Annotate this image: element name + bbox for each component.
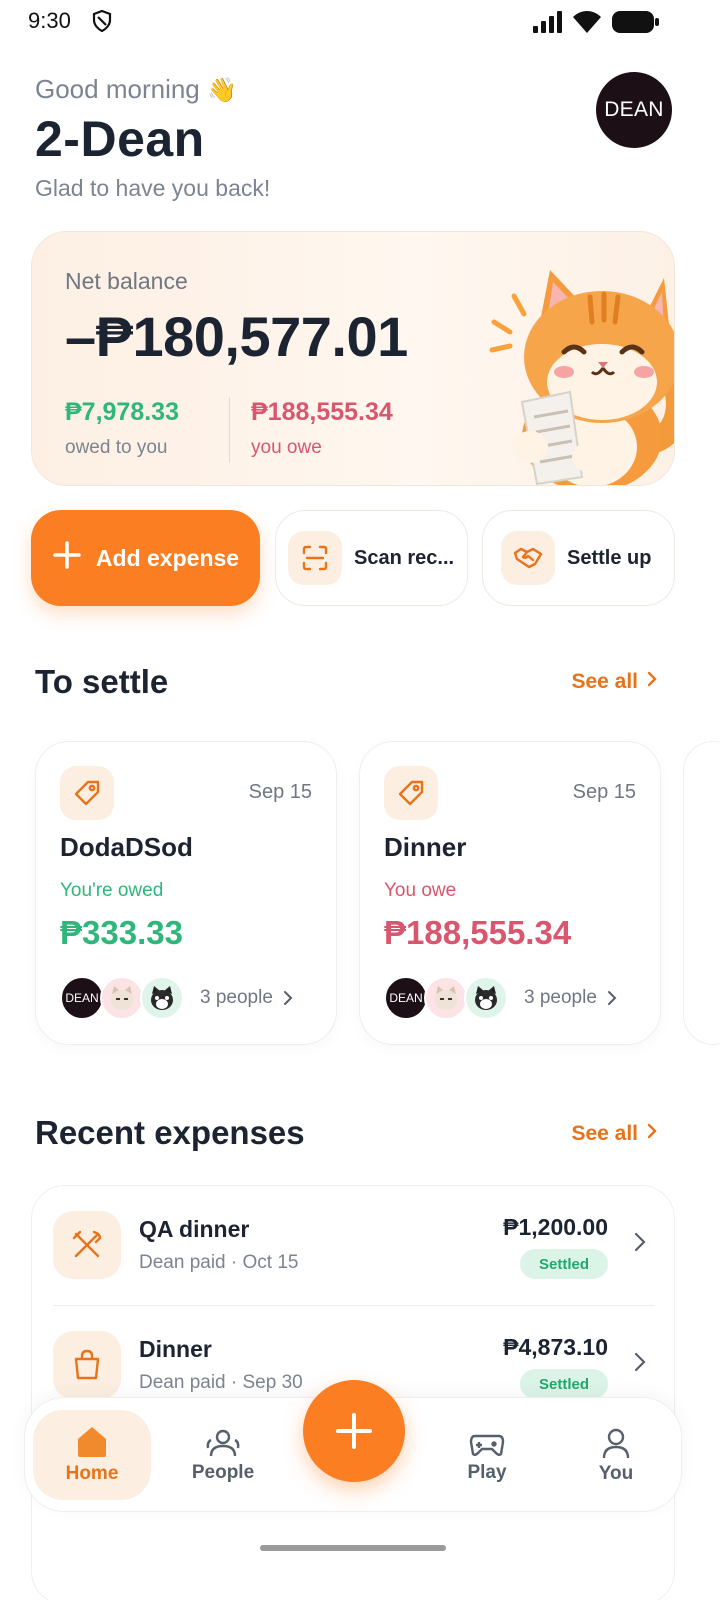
wave-icon: 👋 — [207, 77, 237, 104]
owed-to-you-value: ₱7,978.33 — [65, 398, 179, 426]
people-count-label: 3 people — [524, 987, 597, 1008]
nav-play-label: Play — [467, 1461, 507, 1483]
people-count: 3 people — [524, 987, 617, 1009]
net-balance-label: Net balance — [65, 268, 188, 294]
to-settle-see-all[interactable]: See all — [571, 670, 658, 694]
avatar: DEAN — [384, 976, 428, 1020]
tag-icon — [384, 766, 438, 820]
expense-meta: Dean paid · Sep 30 — [139, 1372, 303, 1393]
chevron-right-icon — [634, 1232, 646, 1257]
add-expense-button[interactable]: Add expense — [31, 510, 260, 606]
divider — [229, 397, 230, 463]
expense-amount: ₱1,200.00 — [503, 1214, 608, 1240]
plus-icon — [52, 540, 82, 576]
settle-title: DodaDSod — [60, 832, 193, 862]
greeting-text: Good morning — [35, 74, 200, 104]
people-count: 3 people — [200, 987, 293, 1009]
signal-icon — [532, 11, 562, 38]
tag-icon — [60, 766, 114, 820]
chevron-right-icon — [607, 991, 617, 1005]
scan-icon — [288, 531, 342, 585]
expense-name: QA dinner — [139, 1216, 250, 1242]
fork-knife-icon — [53, 1211, 121, 1279]
expense-name: Dinner — [139, 1336, 212, 1362]
see-all-label: See all — [571, 670, 638, 693]
settle-status: You're owed — [60, 880, 164, 901]
recent-expenses-heading: Recent expenses — [35, 1114, 305, 1151]
status-time: 9:30 — [28, 8, 71, 33]
cat-avatar-icon — [424, 976, 468, 1020]
status-badge: Settled — [520, 1249, 608, 1279]
nav-people-label: People — [191, 1461, 255, 1483]
settle-date: Sep 15 — [248, 781, 312, 803]
settle-date: Sep 15 — [572, 781, 636, 803]
action-row: Add expense Scan rec... Settle up — [31, 510, 675, 606]
status-badge: Settled — [520, 1369, 608, 1399]
scan-receipt-label: Scan rec... — [354, 546, 455, 569]
to-settle-heading: To settle — [35, 663, 169, 700]
user-icon — [602, 1428, 630, 1458]
nav-home[interactable]: Home — [33, 1410, 151, 1500]
add-expense-label: Add expense — [95, 544, 240, 571]
people-count-label: 3 people — [200, 987, 273, 1008]
participants: DEAN 3 people — [60, 975, 293, 1021]
nav-you[interactable]: You — [571, 1398, 661, 1513]
cat-receipt-illustration — [452, 252, 674, 485]
settle-card[interactable]: Sep 15 Dinner You owe ₱188,555.34 DEAN 3… — [359, 741, 661, 1045]
plus-icon — [336, 1413, 372, 1449]
balance-card: Net balance –₱180,577.01 ₱7,978.33 owed … — [31, 231, 675, 486]
page-title: 2-Dean — [35, 111, 205, 167]
chevron-right-icon — [283, 991, 293, 1005]
owed-to-you-label: owed to you — [65, 437, 168, 458]
settle-up-label: Settle up — [567, 546, 652, 569]
you-owe-label: you owe — [251, 437, 322, 458]
list-item[interactable]: QA dinner Dean paid · Oct 15 ₱1,200.00 S… — [32, 1186, 674, 1306]
expense-amount: ₱4,873.10 — [503, 1334, 608, 1360]
avatar[interactable]: DEAN — [596, 72, 672, 148]
cat-avatar-icon — [140, 976, 184, 1020]
net-balance-value: –₱180,577.01 — [65, 305, 408, 368]
see-all-label: See all — [571, 1122, 638, 1145]
scan-receipt-button[interactable]: Scan rec... — [275, 510, 468, 606]
nav-people[interactable]: People — [175, 1398, 271, 1513]
chevron-right-icon — [634, 1352, 646, 1377]
chevron-right-icon — [646, 670, 658, 694]
recent-see-all[interactable]: See all — [571, 1122, 658, 1146]
expense-meta: Dean paid · Oct 15 — [139, 1252, 299, 1273]
settle-amount: ₱188,555.34 — [384, 914, 572, 951]
home-indicator[interactable] — [260, 1545, 446, 1551]
chevron-right-icon — [646, 1122, 658, 1146]
nav-you-label: You — [598, 1462, 634, 1484]
shopping-bag-icon — [53, 1331, 121, 1399]
home-icon — [78, 1427, 106, 1457]
handshake-icon — [501, 531, 555, 585]
people-icon — [206, 1429, 240, 1456]
subtitle: Glad to have you back! — [35, 175, 271, 201]
participants: DEAN 3 people — [384, 975, 617, 1021]
status-bar: 9:30 — [0, 0, 720, 48]
you-owe-value: ₱188,555.34 — [251, 398, 393, 426]
cat-avatar-icon — [100, 976, 144, 1020]
wifi-icon — [572, 10, 602, 39]
nav-home-label: Home — [65, 1463, 119, 1484]
add-fab-button[interactable] — [303, 1380, 405, 1482]
avatar: DEAN — [60, 976, 104, 1020]
settle-title: Dinner — [384, 832, 467, 862]
settle-card-peek[interactable] — [683, 741, 720, 1045]
settle-status: You owe — [384, 880, 457, 901]
greeting: Good morning 👋 — [35, 74, 237, 105]
settle-amount: ₱333.33 — [60, 914, 183, 951]
battery-icon — [612, 10, 660, 39]
settle-up-button[interactable]: Settle up — [482, 510, 675, 606]
settle-card[interactable]: Sep 15 DodaDSod You're owed ₱333.33 DEAN… — [35, 741, 337, 1045]
cat-avatar-icon — [464, 976, 508, 1020]
nav-play[interactable]: Play — [439, 1398, 535, 1513]
shield-icon — [92, 9, 112, 37]
gamepad-icon — [469, 1434, 505, 1456]
